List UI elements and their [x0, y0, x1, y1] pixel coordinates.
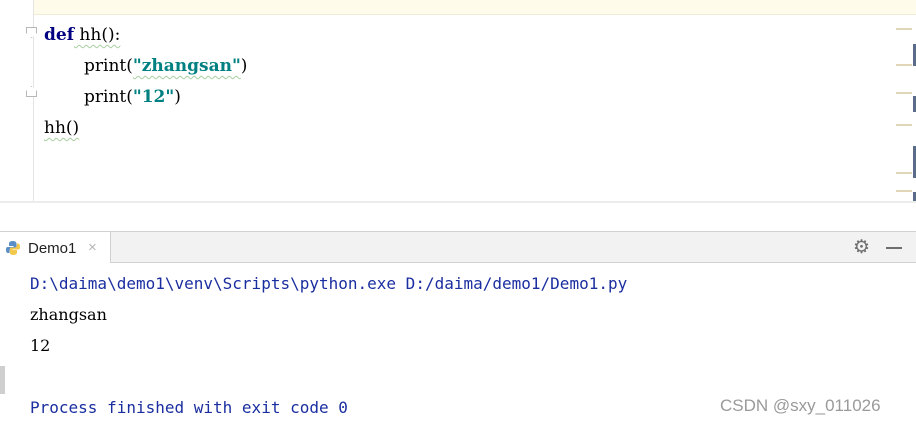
run-panel: Demo1 × ⚙ D:\daima\demo1\venv\Scripts\py… — [0, 231, 916, 426]
console-output-line: zhangsan — [30, 305, 107, 324]
code-editor[interactable]: def hh(): print("zhangsan") print("12") … — [0, 0, 916, 203]
console-output[interactable]: D:\daima\demo1\venv\Scripts\python.exe D… — [30, 268, 627, 423]
close-paren: ) — [174, 87, 181, 107]
minimize-icon[interactable] — [886, 247, 902, 249]
editor-divider — [0, 201, 916, 203]
run-panel-header: Demo1 × ⚙ — [0, 231, 916, 263]
stripe-mark[interactable] — [896, 172, 912, 174]
print-call: print( — [84, 87, 133, 107]
console-output-line: 12 — [30, 336, 51, 355]
string-literal: "12" — [132, 87, 175, 107]
code-line: def hh(): — [44, 20, 247, 51]
watermark: CSDN @sxy_011026 — [720, 396, 881, 415]
gear-icon[interactable]: ⚙ — [853, 238, 870, 257]
console-left-marker — [0, 366, 5, 394]
keyword-def: def — [44, 25, 75, 45]
console-command-line: D:\daima\demo1\venv\Scripts\python.exe D… — [30, 274, 628, 293]
tab-demo1[interactable]: Demo1 × — [0, 232, 111, 263]
stripe-mark[interactable] — [896, 64, 912, 66]
editor-top-bar — [0, 0, 916, 15]
close-paren: ) — [240, 56, 248, 76]
function-call-text: hh() — [44, 118, 80, 138]
code-area[interactable]: def hh(): print("zhangsan") print("12") … — [44, 20, 247, 144]
console-exit-line: Process finished with exit code 0 — [30, 398, 348, 417]
function-def-text: hh(): — [74, 25, 121, 45]
code-line: hh() — [44, 113, 247, 144]
python-icon — [6, 241, 20, 255]
stripe-mark[interactable] — [896, 124, 912, 126]
stripe-mark[interactable] — [896, 92, 912, 94]
code-line: print("zhangsan") — [44, 51, 247, 82]
print-call: print( — [84, 56, 133, 76]
tab-label: Demo1 — [28, 240, 77, 257]
error-stripe[interactable] — [894, 0, 916, 203]
stripe-mark[interactable] — [896, 28, 912, 30]
close-icon[interactable]: × — [88, 239, 97, 256]
stripe-mark[interactable] — [896, 190, 912, 192]
string-literal: "zhangsan" — [132, 56, 241, 76]
code-line: print("12") — [44, 82, 247, 113]
